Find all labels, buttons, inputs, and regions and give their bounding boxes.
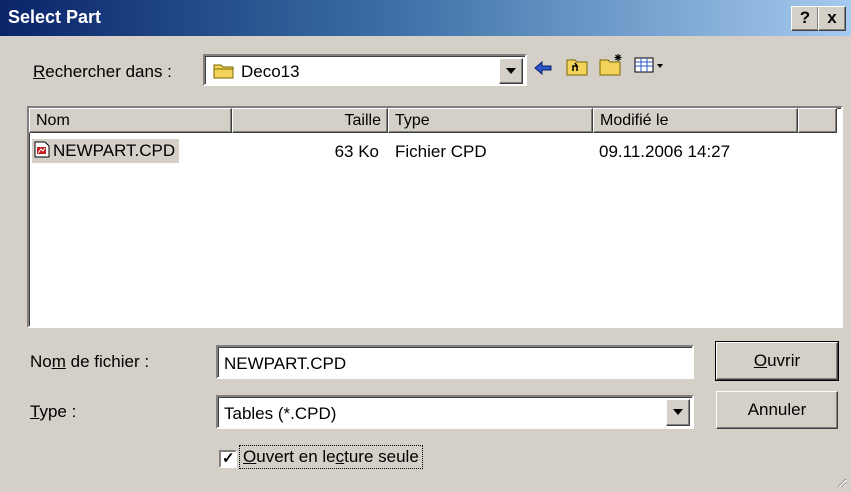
filetype-select[interactable]: Tables (*.CPD): [216, 395, 694, 429]
file-icon: [34, 141, 50, 158]
column-header-size[interactable]: Taille: [232, 108, 388, 133]
close-button[interactable]: x: [818, 6, 846, 31]
view-menu-icon[interactable]: [634, 57, 666, 74]
cancel-button[interactable]: Annuler: [716, 391, 838, 429]
up-folder-icon[interactable]: [566, 56, 588, 76]
look-in-label: Rechercher dans :: [33, 62, 172, 81]
file-name-cell[interactable]: NEWPART.CPD: [32, 139, 180, 163]
filename-input[interactable]: NEWPART.CPD: [216, 345, 694, 379]
look-in-dropdown-button[interactable]: [499, 58, 523, 84]
column-header-name[interactable]: Nom: [29, 108, 232, 133]
column-header-type[interactable]: Type: [388, 108, 593, 133]
select-part-dialog: Select Part ? x Rechercher dans : Deco13…: [0, 0, 851, 492]
readonly-label[interactable]: Ouvert en lecture seule: [239, 445, 423, 469]
filetype-dropdown-button[interactable]: [666, 399, 690, 426]
filetype-label: Type :: [30, 402, 77, 421]
back-icon[interactable]: [533, 60, 553, 76]
folder-icon: [213, 64, 234, 79]
filename-label: Nom de fichier :: [30, 352, 150, 371]
help-button[interactable]: ?: [791, 6, 819, 31]
title-bar: Select Part ? x: [0, 0, 851, 36]
look-in-combo[interactable]: Deco13: [203, 54, 527, 86]
file-size-cell: 63 Ko: [334, 142, 379, 161]
chevron-down-icon: [673, 409, 683, 415]
check-mark-icon: ✓: [222, 450, 235, 467]
column-header-filler: [798, 108, 837, 133]
open-button[interactable]: Ouvrir: [715, 341, 839, 381]
file-type-cell: Fichier CPD: [395, 142, 487, 161]
new-folder-icon[interactable]: [599, 53, 625, 76]
resize-grip-icon[interactable]: [835, 476, 847, 488]
dialog-title: Select Part: [8, 7, 102, 27]
look-in-value: Deco13: [241, 62, 300, 81]
column-header-modified[interactable]: Modifié le: [593, 108, 798, 133]
file-modified-cell: 09.11.2006 14:27: [599, 142, 731, 161]
readonly-checkbox[interactable]: ✓: [219, 450, 237, 468]
chevron-down-icon: [506, 68, 516, 74]
file-list[interactable]: Nom Taille Type Modifié le NEWPART.CPD 6…: [27, 106, 843, 328]
